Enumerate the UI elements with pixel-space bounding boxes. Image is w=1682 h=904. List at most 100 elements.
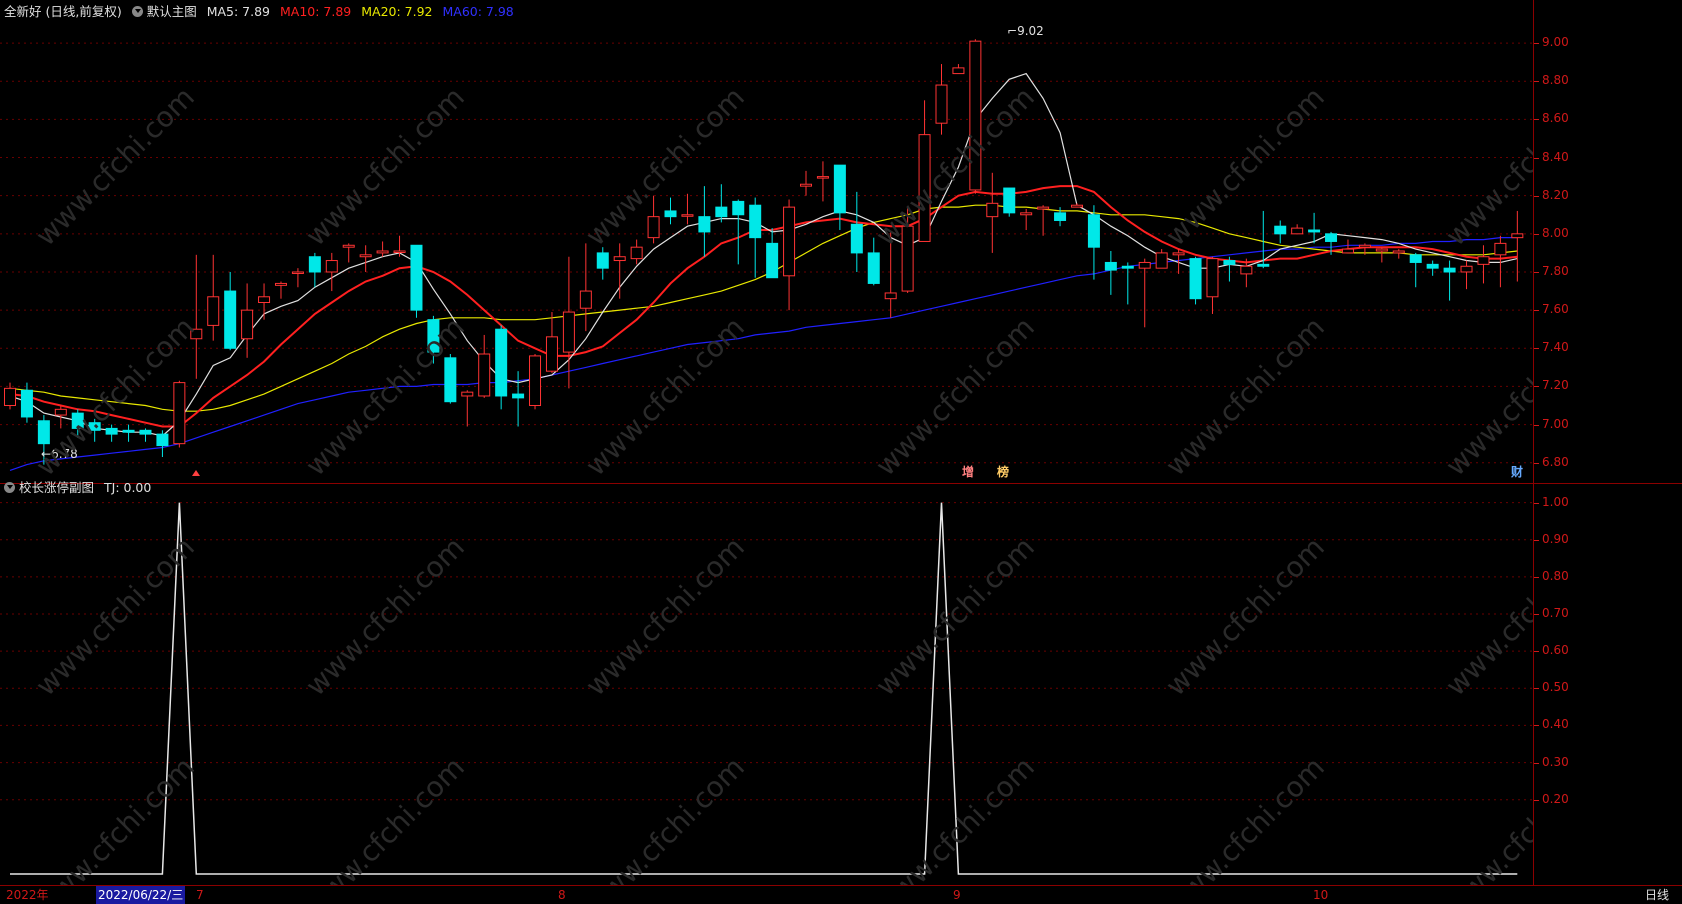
candle-body-up[interactable] <box>393 250 406 253</box>
candle-body-up[interactable] <box>529 355 542 407</box>
candle-body-up[interactable] <box>241 309 254 340</box>
candle-body-down[interactable] <box>1325 233 1338 242</box>
candle-body-up[interactable] <box>173 382 186 445</box>
candle-body-up[interactable] <box>207 296 220 326</box>
candle-body-down[interactable] <box>1121 265 1134 269</box>
candle-body-down[interactable] <box>410 244 423 311</box>
candle-body-up[interactable] <box>816 176 829 179</box>
candle-body-up[interactable] <box>1511 233 1524 239</box>
candle-body-up[interactable] <box>54 408 67 416</box>
candle-body-up[interactable] <box>562 311 575 353</box>
candle-body-up[interactable] <box>1172 252 1185 256</box>
marker-bang[interactable]: 榜 <box>996 466 1010 479</box>
candle-body-down[interactable] <box>139 429 152 435</box>
candle-body-up[interactable] <box>274 282 287 286</box>
candle-body-down[interactable] <box>105 427 118 435</box>
candle-body-up[interactable] <box>1358 244 1371 248</box>
candle-body-down[interactable] <box>1003 187 1016 214</box>
candle-body-down[interactable] <box>833 164 846 214</box>
candle-body-down[interactable] <box>1054 212 1067 221</box>
main-chart-panel[interactable] <box>0 0 1533 484</box>
candle-body-down[interactable] <box>1087 214 1100 248</box>
circle-down-icon[interactable] <box>131 6 143 17</box>
candle-body-down[interactable] <box>867 252 880 284</box>
candle-body-down[interactable] <box>1308 229 1321 233</box>
candle-body-down[interactable] <box>88 422 101 431</box>
candle-body-down[interactable] <box>1409 254 1422 263</box>
candle-body-up[interactable] <box>545 336 558 372</box>
candle-body-down[interactable] <box>444 357 457 403</box>
candle-body-down[interactable] <box>1274 225 1287 235</box>
candle-body-down[interactable] <box>512 393 525 399</box>
candle-body-up[interactable] <box>258 296 271 304</box>
candle-body-down[interactable] <box>495 328 508 397</box>
candle-body-up[interactable] <box>935 84 948 124</box>
candle-body-up[interactable] <box>1070 204 1083 208</box>
candle-body-down[interactable] <box>1443 267 1456 273</box>
candle-body-down[interactable] <box>1426 263 1439 269</box>
period-label[interactable]: 日线 <box>1645 886 1669 904</box>
arrow-up-icon[interactable] <box>192 470 200 476</box>
candle-body-up[interactable] <box>647 216 660 239</box>
candle-body-down[interactable] <box>715 206 728 218</box>
candle-body-up[interactable] <box>986 202 999 218</box>
candle-body-up[interactable] <box>1138 261 1151 269</box>
candle-body-up[interactable] <box>800 183 813 187</box>
candle-body-down[interactable] <box>308 256 321 273</box>
candle-body-down[interactable] <box>122 429 135 433</box>
candle-body-up[interactable] <box>1341 248 1354 254</box>
marker-cai[interactable]: 财 <box>1510 466 1524 479</box>
candle-body-down[interactable] <box>37 420 50 445</box>
candle-body-up[interactable] <box>190 328 203 340</box>
candle-body-down[interactable] <box>1257 263 1270 267</box>
candle-body-down[interactable] <box>698 216 711 233</box>
candle-body-up[interactable] <box>1206 258 1219 298</box>
candle-body-down[interactable] <box>596 252 609 269</box>
candle-body-down[interactable] <box>1104 261 1117 271</box>
candle-body-down[interactable] <box>850 223 863 254</box>
candle-body-up[interactable] <box>291 271 304 274</box>
candle-body-up[interactable] <box>579 290 592 309</box>
candle-body-up[interactable] <box>1037 206 1050 210</box>
candle-body-up[interactable] <box>1375 248 1388 252</box>
candle-body-down[interactable] <box>766 242 779 279</box>
candle-body-up[interactable] <box>952 67 965 75</box>
indicator-title[interactable]: 校长涨停副图 <box>19 480 94 495</box>
candle-body-up[interactable] <box>1477 256 1490 265</box>
candle-body-down[interactable] <box>427 319 440 353</box>
candle-body-up[interactable] <box>4 387 16 407</box>
candle-body-down[interactable] <box>1223 260 1236 265</box>
indicator-chart-svg[interactable] <box>0 484 1533 885</box>
candle-body-down[interactable] <box>224 290 237 349</box>
circle-down-icon[interactable] <box>4 482 15 493</box>
candle-body-up[interactable] <box>1291 227 1304 235</box>
candle-body-up[interactable] <box>901 225 914 292</box>
candle-body-up[interactable] <box>1460 265 1473 273</box>
candle-body-up[interactable] <box>613 256 626 262</box>
candle-body-up[interactable] <box>478 353 491 397</box>
candle-body-up[interactable] <box>1392 250 1405 254</box>
candle-body-down[interactable] <box>749 204 762 239</box>
candle-body-up[interactable] <box>359 254 372 258</box>
main-chart-label[interactable]: 默认主图 <box>147 4 197 19</box>
candle-body-down[interactable] <box>71 412 84 429</box>
candle-body-down[interactable] <box>732 200 745 216</box>
candle-body-down[interactable] <box>20 389 33 418</box>
candle-body-up[interactable] <box>884 292 897 300</box>
price-chart-svg[interactable] <box>0 0 1533 483</box>
candle-body-up[interactable] <box>1240 265 1253 275</box>
candle-body-up[interactable] <box>376 250 389 254</box>
candle-body-up[interactable] <box>1494 242 1507 256</box>
indicator-panel[interactable] <box>0 484 1533 885</box>
stock-title[interactable]: 全新好 (日线,前复权) <box>4 4 122 19</box>
candle-body-up[interactable] <box>783 206 796 277</box>
marker-zeng[interactable]: 增 <box>961 466 975 479</box>
candle-body-down[interactable] <box>156 433 169 447</box>
candle-body-up[interactable] <box>1155 252 1168 269</box>
candle-body-up[interactable] <box>918 134 931 242</box>
candle-body-down[interactable] <box>1189 258 1202 300</box>
candle-body-up[interactable] <box>969 40 982 191</box>
candle-body-up[interactable] <box>325 260 338 273</box>
candle-body-up[interactable] <box>681 214 694 217</box>
candle-body-up[interactable] <box>1020 212 1033 216</box>
